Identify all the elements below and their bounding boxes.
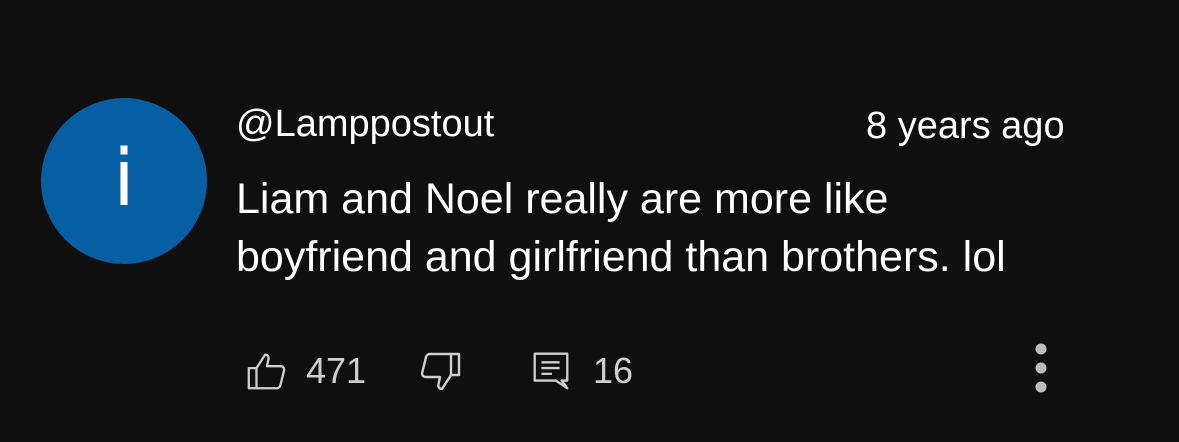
like-count: 471 — [306, 350, 367, 391]
avatar[interactable]: i — [41, 98, 207, 264]
comment-icon[interactable] — [528, 346, 574, 394]
comment-timestamp[interactable]: 8 years ago — [866, 104, 1065, 150]
vertical-ellipsis-icon[interactable] — [1028, 340, 1054, 400]
comment-author-handle[interactable]: @Lamppostout — [236, 102, 494, 148]
thumbs-down-icon[interactable] — [416, 348, 464, 396]
comment-text: Liam and Noel really are more like boyfr… — [236, 170, 1156, 286]
comment-text-line: boyfriend and girlfriend than brothers. … — [236, 233, 1006, 281]
comment-card: i @Lamppostout 8 years ago Liam and Noel… — [0, 0, 1179, 442]
comment-action-bar: 471 16 — [0, 340, 1179, 400]
comment-text-line: Liam and Noel really are more like — [236, 175, 889, 223]
thumbs-up-icon[interactable] — [244, 348, 290, 394]
avatar-letter: i — [113, 134, 135, 224]
reply-count: 16 — [593, 350, 634, 391]
